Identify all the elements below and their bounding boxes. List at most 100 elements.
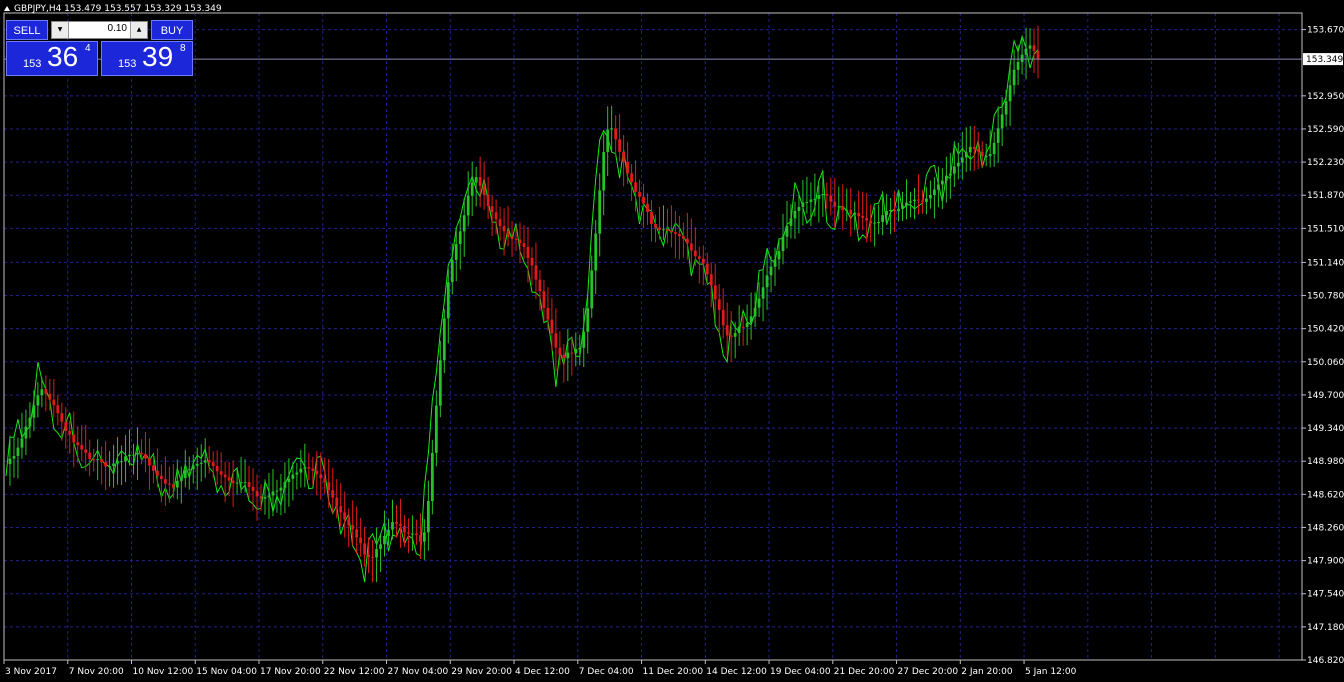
price-chart[interactable]: 153.670 152.950 152.590 152.230 151.870 151.5… <box>0 0 1344 682</box>
candle-body <box>159 475 163 480</box>
candle-body <box>793 210 797 219</box>
lot-increase-icon[interactable]: ▲ <box>130 22 147 38</box>
candle-body <box>837 206 841 208</box>
x-tick-label: 14 Dec 12:00 <box>706 667 767 677</box>
candle-body <box>929 194 932 199</box>
candle-body <box>889 210 892 212</box>
candle-body <box>486 194 490 207</box>
symbol-header-text: GBPJPY,H4 153.479 153.557 153.329 153.34… <box>14 4 222 14</box>
candle-body <box>574 349 578 354</box>
candle-body <box>219 471 223 475</box>
buy-button[interactable]: BUY <box>151 20 193 40</box>
candle-body <box>20 438 24 448</box>
y-tick-label: 152.950 <box>1307 92 1344 102</box>
x-tick-label: 11 Dec 20:00 <box>643 667 704 677</box>
candle-body <box>124 456 127 462</box>
candle-body <box>128 454 131 457</box>
candle-body <box>952 166 956 174</box>
candle-body <box>84 449 88 453</box>
candle-body <box>936 184 940 190</box>
y-tick-label: 150.780 <box>1307 292 1344 302</box>
candle-body <box>933 189 936 195</box>
candle-body <box>243 482 247 484</box>
candle-body <box>319 474 323 479</box>
buy-price-box[interactable]: 153 39 8 <box>101 41 193 76</box>
y-tick-label: 146.820 <box>1307 656 1344 666</box>
candle-body <box>132 454 135 456</box>
candle-body <box>670 230 673 233</box>
candle-body <box>709 274 713 286</box>
candle-body <box>777 251 781 260</box>
candle-body <box>873 222 877 224</box>
candle-body <box>745 322 749 327</box>
candle-body <box>80 445 84 450</box>
candle-body <box>120 461 123 463</box>
collapse-triangle-icon[interactable] <box>4 6 10 11</box>
candle-body <box>849 209 853 215</box>
candle-body <box>371 557 374 559</box>
candle-body <box>801 202 805 207</box>
candle-body <box>339 506 343 513</box>
candle-body <box>247 482 251 487</box>
candle-body <box>701 258 705 264</box>
candle-body <box>399 523 402 527</box>
sell-price-box[interactable]: 153 36 4 <box>6 41 98 76</box>
y-tick-label: 147.900 <box>1307 557 1344 567</box>
candle-body <box>956 162 960 167</box>
candle-body <box>56 405 60 414</box>
candle-body <box>307 467 311 469</box>
candle-body <box>72 434 76 443</box>
lot-decrease-icon[interactable]: ▼ <box>52 22 69 38</box>
candle-body <box>215 466 219 472</box>
candle-body <box>944 175 948 181</box>
candle-body <box>367 554 370 558</box>
x-tick-label: 4 Dec 12:00 <box>515 667 570 677</box>
candle-body <box>295 472 299 475</box>
candle-body <box>749 316 753 323</box>
y-tick-label: 150.420 <box>1307 325 1344 335</box>
sell-button[interactable]: SELL <box>6 20 48 40</box>
y-tick-label: 147.180 <box>1307 623 1344 633</box>
candle-body <box>773 259 777 267</box>
candle-body <box>211 462 215 467</box>
candle-body <box>156 470 159 476</box>
candle-body <box>984 155 988 157</box>
candle-body <box>594 233 598 271</box>
candle-body <box>789 218 793 226</box>
candle-body <box>881 215 885 223</box>
candle-body <box>741 326 745 328</box>
candle-body <box>395 522 398 524</box>
candle-body <box>92 459 96 461</box>
candle-body <box>478 177 482 187</box>
candle-body <box>733 333 737 337</box>
candle-body <box>458 231 462 245</box>
candle-body <box>24 426 28 439</box>
chart-grid <box>3 13 1302 661</box>
lot-size-field[interactable]: ▼ 0.10 ▲ <box>51 21 148 39</box>
candle-body <box>602 152 606 191</box>
candle-series <box>8 25 1040 583</box>
candle-body <box>765 275 769 288</box>
candle-body <box>96 459 100 461</box>
candle-body <box>925 198 928 202</box>
candle-body <box>905 202 908 206</box>
candle-body <box>271 491 275 496</box>
candle-body <box>582 331 586 348</box>
candle-body <box>522 243 526 247</box>
candle-body <box>781 236 785 252</box>
candle-body <box>32 405 36 418</box>
candle-body <box>626 161 629 174</box>
lot-value[interactable]: 0.10 <box>108 23 127 34</box>
buy-price-pip: 8 <box>180 43 186 54</box>
candle-body <box>331 490 335 498</box>
candle-body <box>829 195 833 202</box>
candle-body <box>1008 85 1012 102</box>
candle-body <box>737 326 741 334</box>
candle-body <box>187 469 191 471</box>
candle-body <box>658 227 661 230</box>
candle-body <box>251 486 255 491</box>
candle-body <box>1004 101 1008 115</box>
candle-body <box>725 325 729 336</box>
line-series <box>5 34 1039 583</box>
candle-body <box>494 212 498 220</box>
